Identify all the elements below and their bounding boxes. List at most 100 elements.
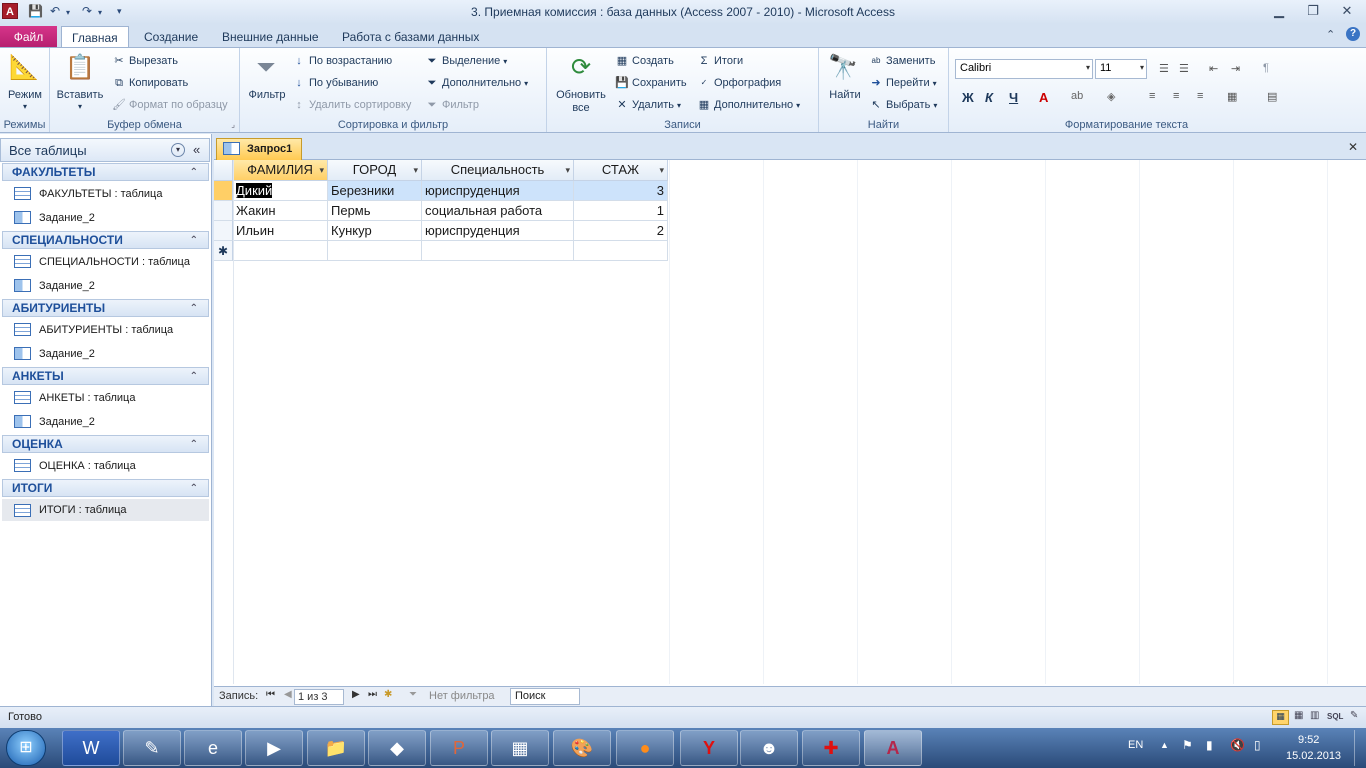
bold-button[interactable]: Ж: [962, 90, 974, 105]
new-row-cell[interactable]: [233, 241, 328, 261]
cut-button[interactable]: ✂ Вырезать: [112, 54, 178, 68]
taskbar-notepad-icon[interactable]: ✎: [123, 730, 181, 766]
row-selector[interactable]: [214, 201, 233, 221]
nav-item[interactable]: Задание_2: [14, 211, 95, 224]
selection-button[interactable]: ⏷ Выделение ▾: [425, 54, 508, 68]
table-cell[interactable]: социальная работа: [422, 201, 574, 221]
paragraph-icon[interactable]: ¶: [1263, 62, 1269, 74]
close-document-icon[interactable]: ✕: [1348, 140, 1358, 154]
tab-file[interactable]: Файл: [0, 26, 57, 48]
select-all-corner[interactable]: [214, 160, 233, 181]
help-icon[interactable]: ?: [1346, 27, 1360, 41]
collapse-group-icon[interactable]: ⌃: [190, 369, 198, 385]
first-record-icon[interactable]: ⏮: [266, 689, 275, 700]
column-header[interactable]: СТАЖ ▾: [574, 160, 668, 181]
sort-ascending-button[interactable]: ↓ По возрастанию: [292, 54, 392, 68]
clock-date[interactable]: 15.02.2013: [1286, 750, 1341, 762]
taskbar-explorer-icon[interactable]: 📁: [307, 730, 365, 766]
taskbar-filezilla-icon[interactable]: ✚: [802, 730, 860, 766]
start-button[interactable]: ⊞: [6, 730, 46, 766]
refresh-all-button[interactable]: Обновить: [549, 89, 613, 101]
last-record-icon[interactable]: ⏭: [368, 689, 377, 700]
new-row-cell[interactable]: [422, 241, 574, 261]
tab-create[interactable]: Создание: [134, 26, 208, 48]
nav-group-header[interactable]: ФАКУЛЬТЕТЫ ⌃: [2, 163, 209, 181]
record-position-input[interactable]: 1 из 3: [294, 689, 344, 705]
new-row-cell[interactable]: [574, 241, 668, 261]
nav-group-header[interactable]: ИТОГИ ⌃: [2, 479, 209, 497]
more-records-button[interactable]: ▦ Дополнительно ▾: [697, 98, 800, 112]
show-desktop-button[interactable]: [1354, 730, 1364, 766]
new-row-cell[interactable]: [328, 241, 422, 261]
nav-group-header[interactable]: АБИТУРИЕНТЫ ⌃: [2, 299, 209, 317]
nav-item[interactable]: Задание_2: [14, 279, 95, 292]
volume-icon[interactable]: 🔇: [1230, 738, 1245, 752]
table-cell[interactable]: Кункур: [328, 221, 422, 241]
collapse-group-icon[interactable]: ⌃: [190, 165, 198, 181]
paste-dropdown-icon[interactable]: ▾: [52, 102, 108, 111]
prev-record-icon[interactable]: ◀: [284, 689, 292, 700]
battery-icon[interactable]: ▯: [1254, 738, 1261, 752]
remove-sort-button[interactable]: ↕ Удалить сортировку: [292, 98, 411, 112]
align-center-icon[interactable]: ≡: [1173, 90, 1179, 102]
table-cell[interactable]: юриспруденция: [422, 221, 574, 241]
taskbar-photo-icon[interactable]: ☻: [740, 730, 798, 766]
row-selector[interactable]: [214, 221, 233, 241]
nav-group-header[interactable]: ОЦЕНКА ⌃: [2, 435, 209, 453]
new-record-nav-icon[interactable]: ✱: [384, 689, 392, 700]
dialog-launcher-icon[interactable]: ⌟: [231, 120, 235, 129]
datasheet-view-icon[interactable]: ▦: [1272, 710, 1289, 725]
language-indicator[interactable]: EN: [1128, 739, 1143, 751]
nav-item[interactable]: СПЕЦИАЛЬНОСТИ : таблица: [14, 255, 190, 268]
goto-button[interactable]: ➜ Перейти ▾: [869, 76, 936, 90]
background-color-icon[interactable]: ab: [1071, 90, 1083, 102]
alternate-row-icon[interactable]: ▤: [1267, 90, 1277, 103]
font-size-combo[interactable]: 11 ▾: [1095, 59, 1147, 79]
collapse-group-icon[interactable]: ⌃: [190, 301, 198, 317]
table-cell[interactable]: 2: [574, 221, 668, 241]
taskbar-paint-icon[interactable]: 🎨: [553, 730, 611, 766]
table-cell[interactable]: Дикий: [233, 181, 328, 201]
tab-database-tools[interactable]: Работа с базами данных: [332, 26, 489, 48]
table-cell[interactable]: 1: [574, 201, 668, 221]
find-button[interactable]: Найти: [821, 89, 869, 101]
sql-view-icon[interactable]: SQL: [1327, 712, 1343, 721]
nav-item[interactable]: ФАКУЛЬТЕТЫ : таблица: [14, 187, 162, 200]
collapse-group-icon[interactable]: ⌃: [190, 233, 198, 249]
nav-item[interactable]: Задание_2: [14, 347, 95, 360]
view-dropdown-icon[interactable]: ▾: [2, 102, 48, 111]
pivot-table-view-icon[interactable]: ▦: [1294, 710, 1303, 721]
increase-indent-icon[interactable]: ⇥: [1231, 62, 1240, 75]
nav-item[interactable]: Задание_2: [14, 415, 95, 428]
tab-external-data[interactable]: Внешние данные: [212, 26, 329, 48]
copy-button[interactable]: ⧉ Копировать: [112, 76, 188, 90]
gridlines-icon[interactable]: ▦: [1227, 90, 1237, 103]
save-record-button[interactable]: 💾 Сохранить: [615, 76, 687, 90]
tab-query1[interactable]: Запрос1: [216, 138, 302, 160]
new-row-selector[interactable]: ✱: [214, 241, 233, 261]
maximize-icon[interactable]: ❐: [1300, 2, 1326, 20]
table-cell[interactable]: Пермь: [328, 201, 422, 221]
taskbar-powerpoint-icon[interactable]: P: [430, 730, 488, 766]
clock-time[interactable]: 9:52: [1298, 734, 1319, 746]
nav-dropdown-icon[interactable]: ▾: [171, 143, 185, 157]
taskbar-calculator-icon[interactable]: ▦: [491, 730, 549, 766]
advanced-filter-button[interactable]: ⏷ Дополнительно ▾: [425, 76, 529, 90]
next-record-icon[interactable]: ▶: [352, 689, 360, 700]
minimize-icon[interactable]: ▁: [1266, 2, 1292, 20]
view-button[interactable]: Режим: [2, 89, 48, 101]
taskbar-ie-icon[interactable]: e: [184, 730, 242, 766]
paste-button[interactable]: Вставить: [52, 89, 108, 101]
nav-pane-header[interactable]: Все таблицы ▾ «: [0, 138, 210, 162]
row-selector-current[interactable]: [214, 181, 233, 201]
nav-item[interactable]: ОЦЕНКА : таблица: [14, 459, 136, 472]
column-filter-dropdown-icon[interactable]: ▾: [319, 160, 324, 180]
close-icon[interactable]: ✕: [1334, 2, 1360, 20]
tab-home[interactable]: Главная: [61, 26, 129, 48]
replace-button[interactable]: ab Заменить: [869, 54, 936, 68]
format-painter-button[interactable]: 🖌 Формат по образцу: [112, 98, 228, 112]
table-cell[interactable]: Ильин: [233, 221, 328, 241]
font-name-combo[interactable]: Calibri ▾: [955, 59, 1093, 79]
taskbar-app-icon[interactable]: ◆: [368, 730, 426, 766]
action-center-icon[interactable]: ⚑: [1182, 738, 1193, 752]
